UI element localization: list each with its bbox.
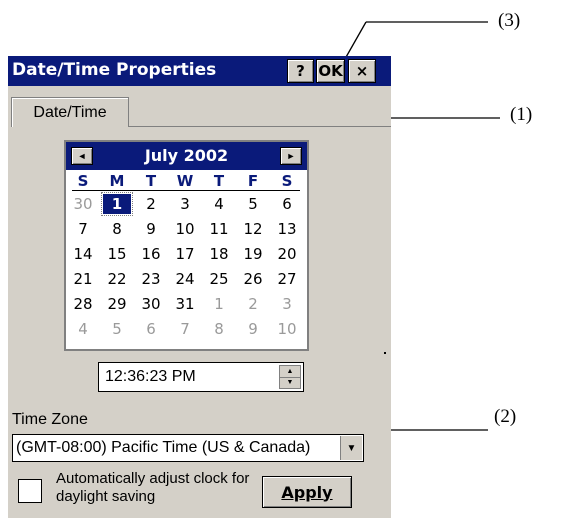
weekday-label: W [176,172,194,190]
calendar-day[interactable]: 20 [273,244,301,264]
spin-down-button[interactable]: ▼ [280,377,300,388]
calendar-header: ◄ July 2002 ► [66,142,307,170]
date-time-properties-dialog: Date/Time Properties ? OK × Date/Time ◄ … [8,56,391,518]
time-field[interactable]: 12:36:23 PM ▲ ▼ [98,362,304,392]
calendar-day[interactable]: 27 [273,269,301,289]
weekday-label: S [281,172,293,190]
weekday-label: F [247,172,259,190]
calendar-day[interactable]: 3 [171,194,199,214]
weekday-label: M [109,172,125,190]
calendar-day[interactable]: 12 [239,219,267,239]
calendar-day[interactable]: 3 [273,294,301,314]
calendar-day[interactable]: 2 [239,294,267,314]
time-spinner[interactable]: ▲ ▼ [279,365,301,389]
apply-button[interactable]: Apply [262,476,352,508]
chevron-up-icon: ▲ [286,368,294,375]
calendar-day[interactable]: 19 [239,244,267,264]
calendar-day[interactable]: 10 [273,319,301,339]
calendar-day[interactable]: 4 [205,194,233,214]
calendar-day[interactable]: 8 [103,219,131,239]
month-year-label[interactable]: July 2002 [66,146,307,165]
weekday-divider [72,190,300,191]
arrow-right-icon: ► [286,151,296,161]
calendar-day[interactable]: 24 [171,269,199,289]
callout-2-label: (2) [494,406,517,427]
calendar-day[interactable]: 1 [205,294,233,314]
time-zone-label: Time Zone [12,411,88,428]
calendar-day[interactable]: 7 [171,319,199,339]
calendar-day[interactable]: 21 [69,269,97,289]
calendar-day[interactable]: 10 [171,219,199,239]
calendar-day[interactable]: 13 [273,219,301,239]
calendar-day[interactable]: 18 [205,244,233,264]
close-button[interactable]: × [348,59,376,83]
calendar-day[interactable]: 11 [205,219,233,239]
ok-button[interactable]: OK [316,59,345,83]
calendar-day[interactable]: 9 [239,319,267,339]
stray-dot [384,352,386,354]
daylight-saving-label[interactable]: Automatically adjust clock for daylight … [56,470,256,506]
dropdown-arrow-icon: ▼ [346,442,357,454]
calendar-day[interactable]: 25 [205,269,233,289]
tab-date-time[interactable]: Date/Time [11,97,129,127]
calendar-day[interactable]: 17 [171,244,199,264]
calendar-day[interactable]: 31 [171,294,199,314]
chevron-down-icon: ▼ [286,379,294,386]
tab-divider [129,126,391,127]
calendar-day[interactable]: 15 [103,244,131,264]
calendar-day[interactable]: 29 [103,294,131,314]
callout-1-label: (1) [510,104,533,125]
daylight-saving-checkbox[interactable] [18,479,42,503]
calendar-day[interactable]: 28 [69,294,97,314]
calendar-day-selected[interactable]: 1 [101,192,133,216]
time-zone-select[interactable]: (GMT-08:00) Pacific Time (US & Canada) ▼ [12,434,364,462]
calendar-day[interactable]: 16 [137,244,165,264]
calendar-day[interactable]: 30 [69,194,97,214]
callout-3-label: (3) [498,10,521,31]
calendar-day[interactable]: 6 [137,319,165,339]
calendar-day[interactable]: 8 [205,319,233,339]
calendar-day[interactable]: 22 [103,269,131,289]
month-calendar: ◄ July 2002 ► SMTWTFS 30 1 2 3 4 5 6 7 8 9 10 11 12 1… [64,140,309,351]
time-zone-dropdown-button[interactable]: ▼ [340,436,362,460]
window-title: Date/Time Properties [12,60,217,80]
calendar-day[interactable]: 26 [239,269,267,289]
calendar-day[interactable]: 2 [137,194,165,214]
weekday-label: T [145,172,157,190]
next-month-button[interactable]: ► [280,147,302,165]
calendar-day[interactable]: 5 [103,319,131,339]
time-value[interactable]: 12:36:23 PM [105,368,196,386]
weekday-label: S [77,172,89,190]
calendar-day[interactable]: 7 [69,219,97,239]
time-zone-value[interactable]: (GMT-08:00) Pacific Time (US & Canada) [16,439,338,457]
calendar-day[interactable]: 6 [273,194,301,214]
calendar-day[interactable]: 4 [69,319,97,339]
help-button[interactable]: ? [287,59,314,83]
calendar-day[interactable]: 30 [137,294,165,314]
calendar-day[interactable]: 14 [69,244,97,264]
calendar-day[interactable]: 9 [137,219,165,239]
calendar-day[interactable]: 5 [239,194,267,214]
title-bar: Date/Time Properties ? OK × [8,56,391,86]
weekday-label: T [213,172,225,190]
calendar-day[interactable]: 23 [137,269,165,289]
